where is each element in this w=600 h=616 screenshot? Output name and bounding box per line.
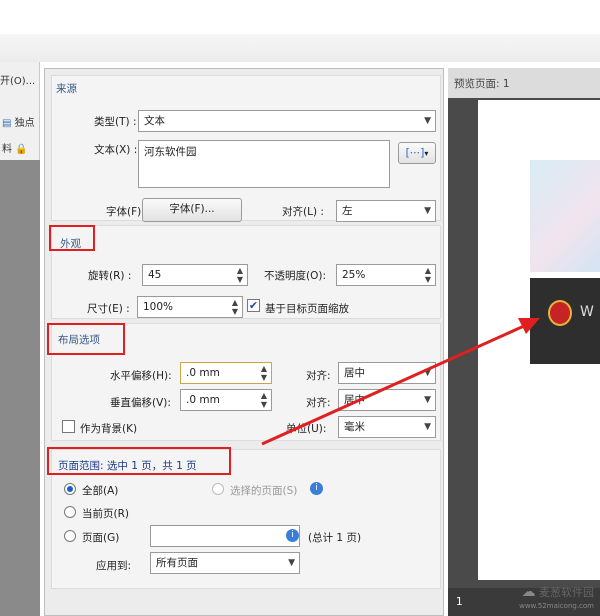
- cloud-logo-icon: ☁: [521, 584, 536, 600]
- arrow-shaft: [261, 324, 525, 446]
- annotation-arrow: [261, 318, 540, 446]
- site-watermark: ☁ 麦葱软件园 www.52maicong.com: [519, 584, 594, 610]
